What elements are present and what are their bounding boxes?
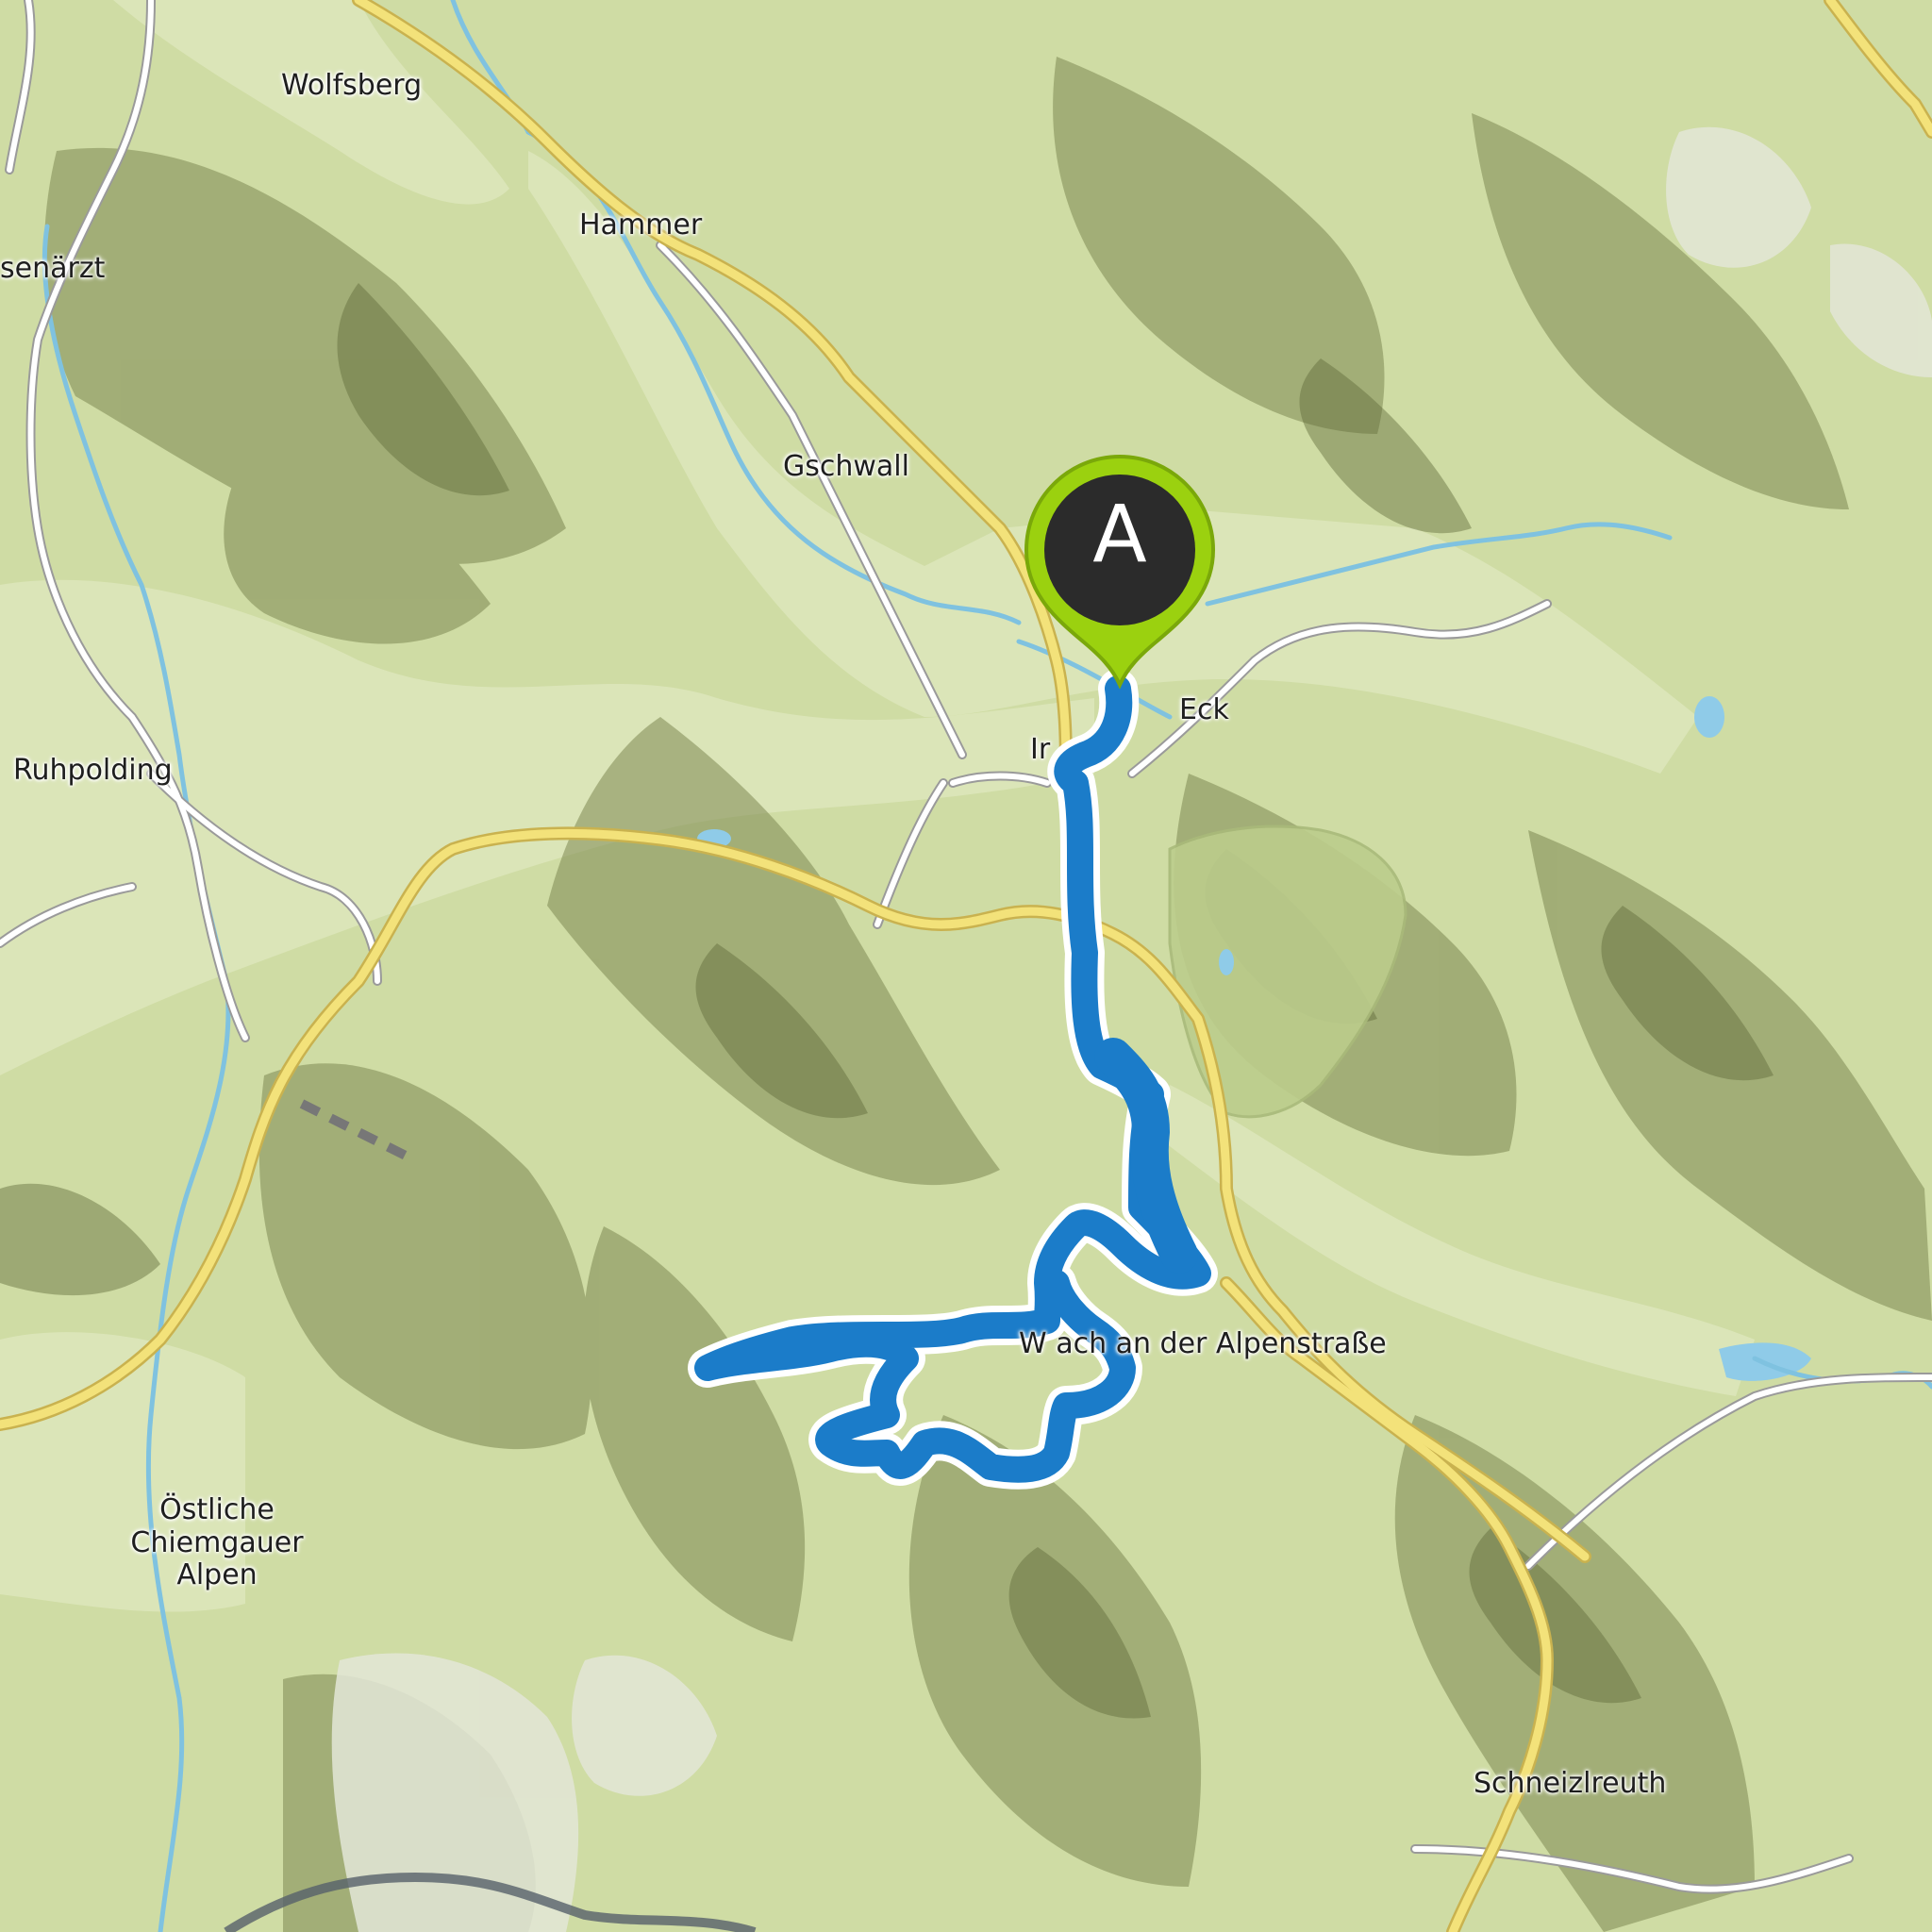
place-label-weissbach: W ach an der Alpenstraße (1019, 1327, 1387, 1360)
place-label-oestliche-chiemgauer-alpen: Östliche Chiemgauer Alpen (113, 1493, 321, 1592)
place-label-senarzt: senärzt (0, 252, 106, 285)
map-canvas[interactable]: Wolfsberg Hammer senärzt Gschwall Eck Ir… (0, 0, 1932, 1932)
place-label-wolfsberg: Wolfsberg (281, 69, 423, 102)
place-label-line-1: Östliche (159, 1493, 275, 1526)
place-label-ruhpolding: Ruhpolding (13, 754, 173, 787)
place-label-line-2: Chiemgauer (130, 1525, 304, 1559)
place-label-ir: Ir (1030, 733, 1051, 766)
start-marker[interactable]: A (1021, 453, 1219, 689)
place-label-gschwall: Gschwall (783, 450, 909, 483)
place-label-schneizlreuth: Schneizlreuth (1474, 1767, 1667, 1800)
topographic-map (0, 0, 1932, 1932)
place-label-line-3: Alpen (176, 1558, 258, 1591)
place-label-hammer: Hammer (579, 208, 703, 242)
start-marker-label: A (1092, 488, 1147, 580)
place-label-eck: Eck (1179, 693, 1229, 726)
